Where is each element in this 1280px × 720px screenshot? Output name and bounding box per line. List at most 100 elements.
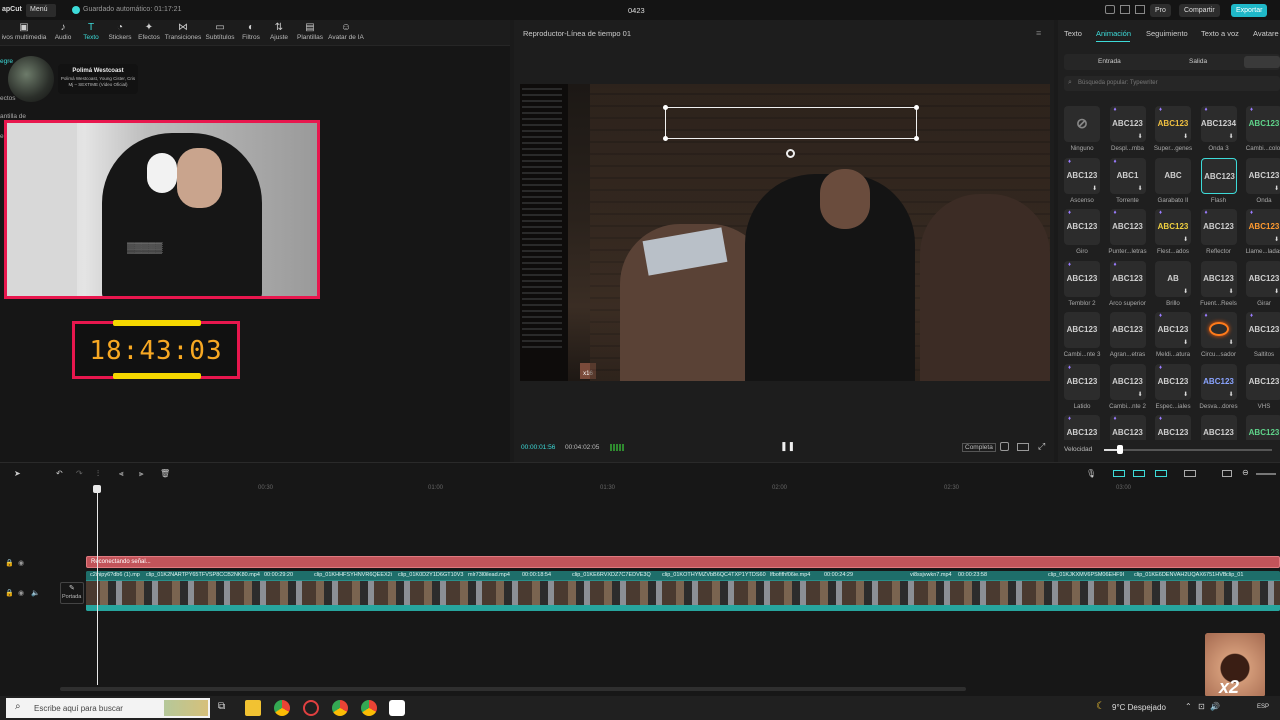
download-icon[interactable]: ⬇ [1274,185,1279,192]
link-icon[interactable] [1133,470,1145,477]
clip-label[interactable]: 00:00:18:54 [522,572,551,578]
resize-handle[interactable] [914,136,919,141]
resize-handle[interactable] [914,105,919,110]
mute-icon[interactable]: 🔈 [31,589,40,597]
pause-icon[interactable]: ❚❚ [780,441,795,452]
fullscreen-icon[interactable]: ⤢ [1038,441,1045,452]
task-view-icon[interactable]: ⧉ [218,701,225,712]
download-icon[interactable]: ⬇ [1183,288,1188,295]
download-icon[interactable]: ⬇ [1228,133,1233,140]
clip-label[interactable]: clip_01KHHFSYHNVR6QEEX2i [314,572,392,578]
player-menu-icon[interactable]: ≡ [1036,28,1041,38]
zoom-out-icon[interactable]: ⊖ [1242,468,1249,477]
capcut-icon[interactable] [389,700,405,716]
clip-label[interactable]: clip_01 [1226,572,1243,578]
animation-tile[interactable]: ABC123 ⬇ [1200,260,1237,297]
animation-tile[interactable]: ABC123 [1109,312,1146,348]
download-icon[interactable]: ⬇ [1183,339,1188,346]
redo-icon[interactable]: ↷ [76,469,83,478]
tool-audio[interactable]: ♪ Audio [50,22,76,46]
clip-label[interactable]: lfbofifhf06ie.mp4 [770,572,810,578]
obs-icon[interactable] [303,700,319,716]
align-icon[interactable] [1184,470,1196,477]
zoom-slider[interactable] [1256,473,1276,475]
animation-tile[interactable]: ABC123 ♦ [1109,415,1146,440]
pro-button[interactable]: Pro [1150,4,1171,17]
tool-filters[interactable]: ◐ Filtros [238,22,264,46]
language-indicator[interactable]: ESP [1257,704,1269,710]
download-icon[interactable]: ⬇ [1092,185,1097,192]
ratio-icon[interactable] [1017,443,1029,451]
download-icon[interactable]: ⬇ [1183,236,1188,243]
video-track[interactable]: c2inipy6?db6 (1).mp clip_01K2NARTPY65TFV… [86,571,1280,611]
split-left-icon[interactable]: ⫷ [119,469,124,479]
animation-tile[interactable]: ABC [1155,157,1191,194]
download-icon[interactable]: ⬇ [1274,236,1279,243]
side-label[interactable]: antilla de [0,113,26,120]
side-label[interactable]: egre [0,58,13,65]
side-label[interactable]: ectos [0,95,16,102]
animation-tile[interactable]: ABC123 ♦ [1246,312,1280,348]
chrome-icon[interactable] [274,700,290,716]
animation-tile[interactable]: ABC123 ♦ ⬇ [1155,209,1191,245]
tool-transitions[interactable]: ⋈ Transiciones [164,22,202,46]
layout-icon[interactable] [1105,5,1115,14]
split-icon[interactable]: ⫶ [97,469,99,479]
animation-tile[interactable]: ABC123 ♦ [1109,260,1146,297]
animation-tile[interactable]: ♦ ⬇ [1200,312,1237,348]
undo-icon[interactable]: ↶ [56,469,63,478]
tool-templates[interactable]: ▤ Plantillas [294,22,326,46]
download-icon[interactable]: ⬇ [1137,185,1142,192]
clip-label[interactable]: clip_01K0D2Y1D6GT10V3 [398,572,463,578]
speed-slider-thumb[interactable] [1117,445,1123,454]
taskbar-search[interactable]: ⌕ Escribe aquí para buscar [6,698,210,718]
lock-icon[interactable]: 🔒 [5,559,14,567]
playhead-handle[interactable] [93,485,101,493]
magnet-icon[interactable] [1113,470,1125,477]
eye-icon[interactable]: ◉ [18,589,24,597]
download-icon[interactable]: ⬇ [1228,391,1233,398]
download-icon[interactable]: ⬇ [1228,288,1233,295]
weather-text[interactable]: 9°C Despejado [1112,703,1166,712]
animation-tile[interactable]: AB ⬇ [1155,260,1191,297]
shortcut-icon[interactable] [1120,5,1130,14]
animation-tile[interactable]: ABC123 ♦ [1064,415,1100,440]
settings-icon[interactable] [1135,5,1145,14]
download-icon[interactable]: ⬇ [1183,391,1188,398]
volume-icon[interactable]: 🔊 [1210,702,1220,711]
chrome-profile-icon[interactable] [332,700,348,716]
animation-tile[interactable]: ABC123 ♦ [1109,209,1146,245]
tool-subtitles[interactable]: ▭ Subtítulos [204,22,236,46]
clip-label[interactable]: vi8ssjvwkn7.mp4 [910,572,952,578]
share-button[interactable]: Compartir [1179,4,1220,17]
tool-stickers[interactable]: ◔ Stickers [106,22,134,46]
animation-tile[interactable]: ABC1234 ♦ ⬇ [1200,106,1237,142]
select-tool-icon[interactable]: ➤ [14,469,21,478]
animation-tile[interactable]: ABC123 [1246,363,1280,400]
download-icon[interactable]: ⬇ [1228,339,1233,346]
lock-icon[interactable]: 🔒 [5,589,14,597]
animation-tile[interactable]: ABC123 ♦ [1155,415,1191,440]
animation-tile[interactable]: ABC123 ⬇ [1246,260,1280,297]
cover-button[interactable]: ✎ Portada [60,582,84,604]
tray-chevron-icon[interactable]: ⌃ [1185,702,1192,711]
screenshot-icon[interactable] [1000,442,1009,451]
animation-tile[interactable]: ABC123 ♦ [1064,209,1100,245]
animation-tile[interactable]: ABC123 ♦ ⬇ [1246,209,1280,245]
animation-tile[interactable]: ABC123 ♦ ⬇ [1155,363,1191,400]
clip-label[interactable]: clip_01KE6DENVAH2UQAX6751HVB [1134,572,1227,578]
chrome-second-icon[interactable] [361,700,377,716]
animation-tile[interactable]: ABC123 [1200,415,1237,440]
network-icon[interactable]: ⊡ [1198,702,1205,711]
animation-tile[interactable]: ABC123 ♦ ⬇ [1155,106,1191,142]
clip-label[interactable]: 00:00:23:58 [958,572,987,578]
time-ruler[interactable]: 00:30 01:00 01:30 02:00 02:30 03:00 [86,481,1280,493]
animation-tile[interactable]: ABC1 ♦ ⬇ [1109,157,1146,194]
resize-handle[interactable] [663,136,668,141]
caption-icon[interactable] [1222,470,1232,477]
eye-icon[interactable]: ◉ [18,559,24,567]
animation-tile[interactable]: ⊘ [1064,106,1100,142]
tool-media[interactable]: ▣ ivos multimedia [0,22,48,46]
animation-tile[interactable]: ABC123 [1246,415,1280,440]
animation-tile[interactable]: ABC123 ♦ ⬇ [1109,106,1146,142]
